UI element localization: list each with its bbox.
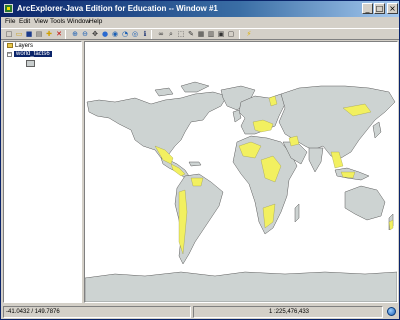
coordinate-readout: -41.0432 / 149.7876 xyxy=(3,306,191,318)
toolbar-separator xyxy=(65,30,66,39)
chart-icon[interactable]: ▥ xyxy=(207,30,215,39)
title-bar[interactable]: ArcExplorer-Java Edition for Education -… xyxy=(1,1,399,17)
menu-help[interactable]: Help xyxy=(89,18,102,25)
zoom-out-icon[interactable]: ⊖ xyxy=(81,30,89,39)
indian-subcontinent xyxy=(308,147,324,173)
zoom-selected-icon[interactable]: ◎ xyxy=(131,30,139,39)
madagascar xyxy=(294,203,300,223)
map-properties-icon[interactable]: ▣ xyxy=(217,30,225,39)
maximize-button[interactable]: □ xyxy=(374,3,385,14)
toolbar-separator xyxy=(239,30,240,39)
japan xyxy=(372,121,382,139)
antarctica-landmass xyxy=(85,271,397,302)
layers-root-label: Layers xyxy=(15,43,34,49)
layers-root[interactable]: Layers xyxy=(7,43,33,49)
table-of-contents: Layers − world_facts6 xyxy=(3,41,82,303)
close-button[interactable]: × xyxy=(387,3,398,14)
menu-file[interactable]: File xyxy=(5,18,15,25)
select-icon[interactable]: ⬚ xyxy=(177,30,185,39)
caribbean-islands xyxy=(188,161,202,167)
highlight-middle-east xyxy=(288,135,300,147)
identify-icon[interactable]: ℹ xyxy=(141,30,149,39)
folder-icon xyxy=(7,43,13,48)
toolbar-separator xyxy=(151,30,152,39)
find-binoculars-icon[interactable]: ∞ xyxy=(157,30,165,39)
scale-readout: 1 :225,476,433 xyxy=(193,306,383,318)
map-view[interactable] xyxy=(84,41,398,303)
world-map[interactable] xyxy=(85,42,397,302)
highlight-indonesia xyxy=(340,171,356,179)
remove-layer-icon[interactable]: ✕ xyxy=(55,30,63,39)
pan-icon[interactable]: ✥ xyxy=(91,30,99,39)
zoom-in-icon[interactable]: ⊕ xyxy=(71,30,79,39)
status-bar: -41.0432 / 149.7876 1 :225,476,433 xyxy=(1,305,399,319)
australia-landmass xyxy=(344,185,386,221)
new-project-icon[interactable]: □ xyxy=(5,30,13,39)
attribute-table-icon[interactable]: ▦ xyxy=(197,30,205,39)
globe-icon xyxy=(387,307,396,316)
zoom-to-layer-icon[interactable]: ◉ xyxy=(111,30,119,39)
menu-view[interactable]: View xyxy=(34,18,48,25)
menu-bar: File Edit View Tools Window Help xyxy=(1,17,399,28)
hotlink-lightning-icon[interactable]: ⚡ xyxy=(245,30,253,39)
minimize-button[interactable]: _ xyxy=(362,3,373,14)
zoom-previous-icon[interactable]: ◔ xyxy=(121,30,129,39)
highlight-south-america-north xyxy=(190,177,204,187)
layer-item-world-facts[interactable]: − world_facts6 xyxy=(7,51,52,57)
menu-window[interactable]: Window xyxy=(67,18,90,25)
menu-tools[interactable]: Tools xyxy=(50,18,65,25)
query-icon[interactable]: ⌕ xyxy=(167,30,175,39)
app-window: ArcExplorer-Java Edition for Education -… xyxy=(0,0,400,320)
window-title: ArcExplorer-Java Edition for Education -… xyxy=(17,4,218,13)
app-icon[interactable] xyxy=(4,4,13,13)
layer-symbol-swatch xyxy=(26,60,35,67)
toolbar: □ ▭ ■ ▤ ✚ ✕ ⊕ ⊖ ✥ ● ◉ ◔ ◎ ℹ ∞ ⌕ ⬚ ✎ ▦ ▥ … xyxy=(1,28,399,40)
layout-icon[interactable]: ▢ xyxy=(227,30,235,39)
print-icon[interactable]: ▤ xyxy=(35,30,43,39)
full-extent-globe-icon[interactable]: ● xyxy=(101,30,109,39)
menu-edit[interactable]: Edit xyxy=(19,18,30,25)
add-layer-icon[interactable]: ✚ xyxy=(45,30,53,39)
measure-icon[interactable]: ✎ xyxy=(187,30,195,39)
open-folder-icon[interactable]: ▭ xyxy=(15,30,23,39)
save-icon[interactable]: ■ xyxy=(25,30,33,39)
layer-label[interactable]: world_facts6 xyxy=(14,51,52,57)
collapse-toggle[interactable]: − xyxy=(7,52,12,57)
